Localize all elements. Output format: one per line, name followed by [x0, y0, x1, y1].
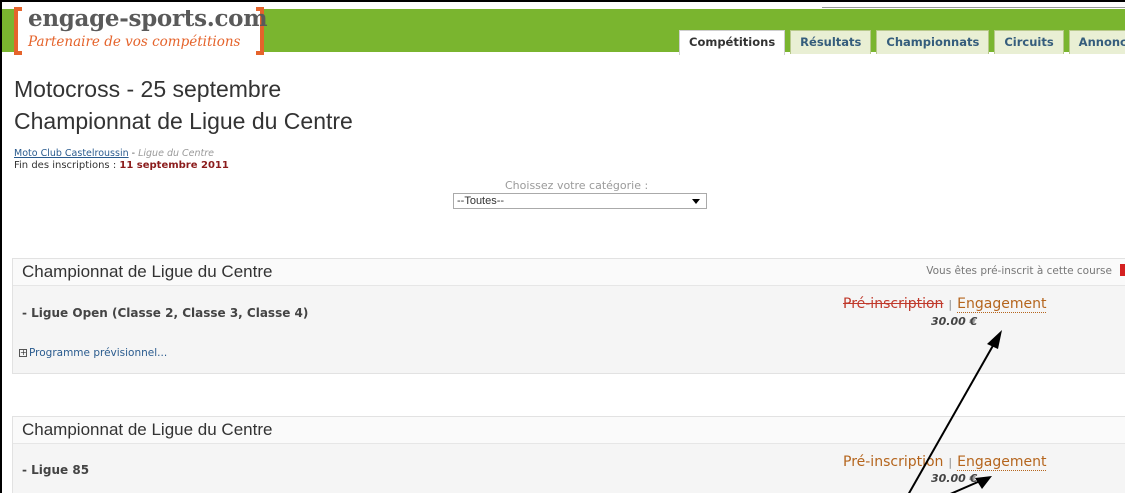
arrowhead-icon [987, 330, 1002, 349]
annotation-arrows [907, 330, 1002, 493]
annotation-arrow-1 [907, 334, 1000, 493]
page-frame: engage-sports.com Partenaire de vos comp… [0, 0, 1125, 493]
